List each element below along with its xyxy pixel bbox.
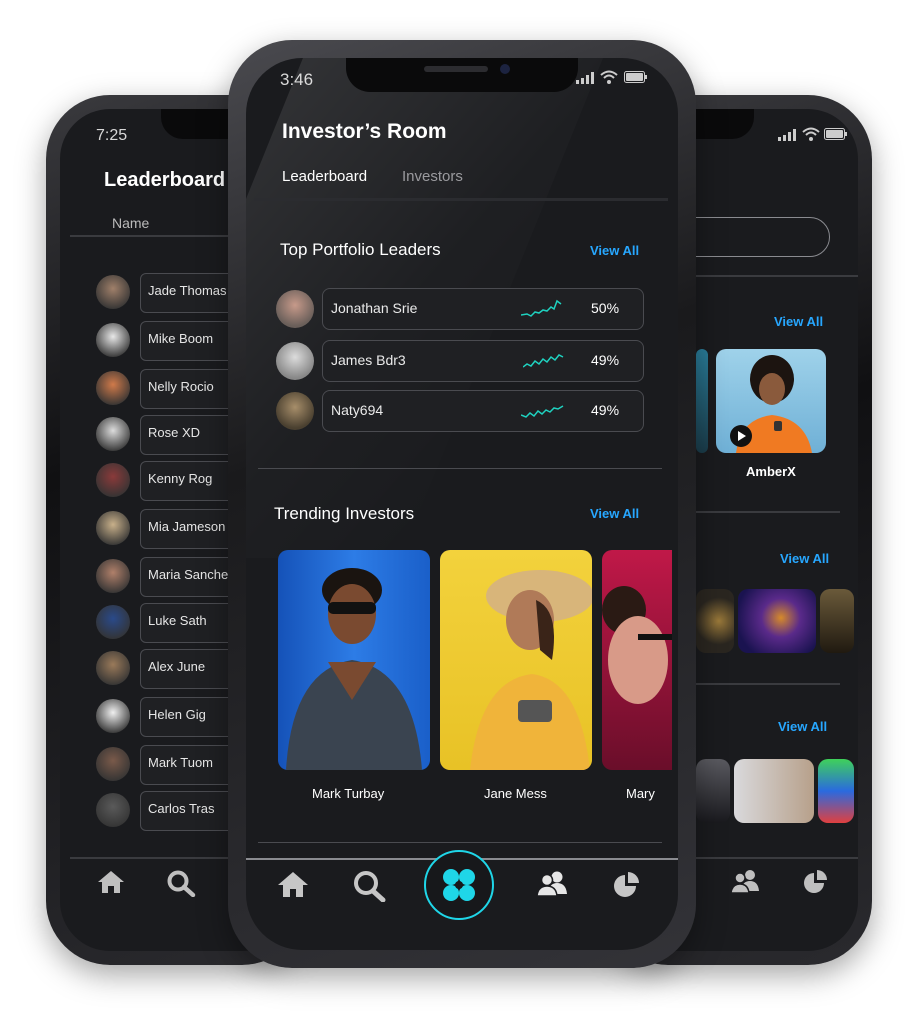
view-all-featured[interactable]: View All <box>774 314 823 329</box>
investor-name: Mary <box>626 786 655 801</box>
wifi-icon <box>802 127 820 141</box>
list-item-name: Maria Sanche <box>148 567 229 582</box>
crypto-thumbnail-3[interactable] <box>820 589 854 653</box>
leader-percent: 49% <box>591 402 620 418</box>
home-icon[interactable] <box>276 870 310 898</box>
woman-portrait-illustration <box>470 570 592 770</box>
avatar <box>276 290 314 328</box>
avatar <box>96 417 130 451</box>
tabs-divider <box>254 198 668 201</box>
list-item-name: Jade Thomas <box>148 283 227 298</box>
avatar <box>96 793 130 827</box>
featured-investor-name: AmberX <box>746 464 796 479</box>
page-title: Investor’s Room <box>282 120 447 143</box>
search-icon[interactable] <box>166 869 196 897</box>
list-item-name: Mike Boom <box>148 331 214 346</box>
list-item-name: Mia Jameson <box>148 519 226 534</box>
pie-chart-icon[interactable] <box>612 870 640 898</box>
investor-name: Jane Mess <box>484 786 547 801</box>
crypto-thumbnail-2[interactable] <box>738 589 816 653</box>
leader-row[interactable]: Naty694 49% <box>322 390 644 432</box>
avatar <box>96 699 130 733</box>
avatar <box>96 323 130 357</box>
list-item-name: Mark Tuom <box>148 755 214 770</box>
crypto-thumbnail-1[interactable] <box>696 589 734 653</box>
users-icon[interactable] <box>536 870 568 896</box>
center-status-time: 3:46 <box>280 70 314 89</box>
investor-card-image[interactable] <box>440 550 592 770</box>
tab-investors[interactable]: Investors <box>402 168 463 185</box>
list-item-name: Luke Sath <box>148 613 207 628</box>
avatar <box>96 463 130 497</box>
left-column-header: Name <box>112 215 150 231</box>
man-portrait-illustration <box>286 568 422 770</box>
front-camera <box>500 64 510 74</box>
trending-heading: Trending Investors <box>274 504 415 523</box>
left-page-title: Leaderboard <box>104 169 226 191</box>
battery-icon <box>824 128 847 140</box>
play-icon[interactable] <box>730 425 752 447</box>
list-item-name: Kenny Rog <box>148 471 213 486</box>
list-item-name: Alex June <box>148 659 206 674</box>
view-all-crypto[interactable]: View All <box>780 551 829 566</box>
list-item-name: Rose XD <box>148 425 201 440</box>
list-item-name: Carlos Tras <box>148 801 215 816</box>
battery-icon <box>624 71 647 83</box>
center-phone-screen: 3:46 Investor’s Room Leaderboard Investo… <box>246 58 678 950</box>
featured-video-tile[interactable] <box>716 349 826 453</box>
investor-thumbnail-partial[interactable] <box>696 349 708 453</box>
portfolio-view-all[interactable]: View All <box>590 243 639 258</box>
leader-name: Naty694 <box>331 402 384 418</box>
avatar <box>96 275 130 309</box>
left-status-time: 7:25 <box>96 127 128 144</box>
media-thumbnail-3[interactable] <box>818 759 854 823</box>
avatar <box>96 651 130 685</box>
investor-card-image[interactable] <box>602 550 672 770</box>
center-notch <box>346 58 578 92</box>
sparkline-chart <box>523 354 564 368</box>
media-thumbnail-1[interactable] <box>696 759 730 823</box>
view-all-media[interactable]: View All <box>778 719 827 734</box>
center-phone-frame: 3:46 Investor’s Room Leaderboard Investo… <box>228 40 696 968</box>
section-divider <box>258 468 662 469</box>
man-profile-illustration <box>602 586 672 704</box>
leader-name: Jonathan Srie <box>331 300 418 316</box>
avatar <box>96 511 130 545</box>
wifi-icon <box>600 70 618 84</box>
investor-card-image[interactable] <box>278 550 430 770</box>
avatar <box>96 747 130 781</box>
avatar <box>96 371 130 405</box>
bottom-section-divider <box>258 842 662 843</box>
sparkline-chart <box>521 299 562 317</box>
search-icon[interactable] <box>352 870 386 902</box>
investor-name: Mark Turbay <box>312 786 385 801</box>
leader-name: James Bdr3 <box>331 352 406 368</box>
portfolio-heading: Top Portfolio Leaders <box>280 240 441 259</box>
tab-leaderboard[interactable]: Leaderboard <box>282 168 367 185</box>
list-item-name: Helen Gig <box>148 707 206 722</box>
clover-button[interactable] <box>424 850 494 920</box>
media-thumbnail-2[interactable] <box>734 759 814 823</box>
pie-chart-icon[interactable] <box>802 869 828 895</box>
signal-icon <box>778 129 796 141</box>
speaker-grille <box>424 66 488 72</box>
leader-percent: 49% <box>591 352 620 368</box>
leader-percent: 50% <box>591 300 620 316</box>
home-icon[interactable] <box>96 869 126 895</box>
users-icon[interactable] <box>730 869 760 893</box>
avatar <box>96 559 130 593</box>
avatar <box>96 605 130 639</box>
signal-icon <box>576 72 594 84</box>
trending-view-all[interactable]: View All <box>590 506 639 521</box>
leader-row[interactable]: Jonathan Srie 50% <box>322 288 644 330</box>
list-item-name: Nelly Rocio <box>148 379 214 394</box>
leader-row[interactable]: James Bdr3 49% <box>322 340 644 382</box>
avatar <box>276 342 314 380</box>
sparkline-chart <box>521 405 564 418</box>
avatar <box>276 392 314 430</box>
clover-icon <box>443 869 475 901</box>
